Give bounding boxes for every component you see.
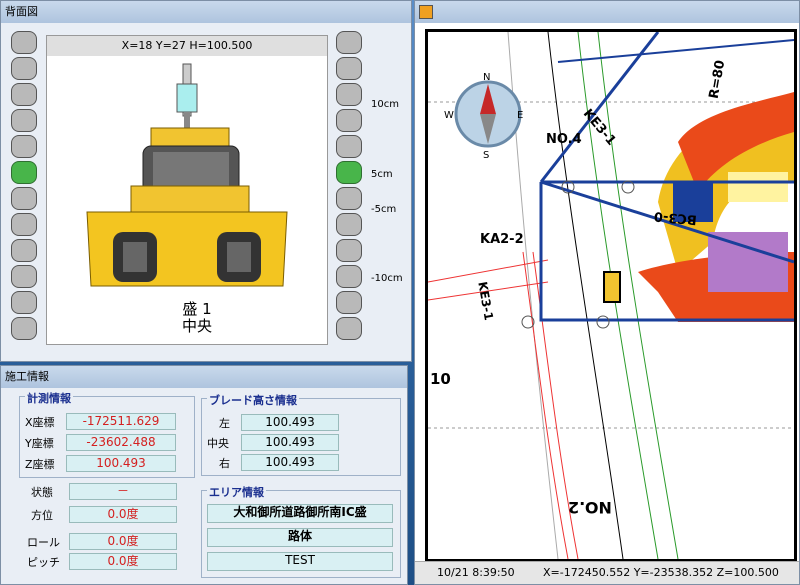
- construction-info-window: 施工情報 計測情報 X座標 -172511.629 Y座標 -23602.488…: [0, 365, 408, 585]
- led: [11, 83, 37, 106]
- roll-label: ロール: [27, 536, 60, 549]
- state-label: 状態: [31, 486, 53, 499]
- map-canvas[interactable]: N S E W NO.4 KE3-1 BC3-0 KA2-2 R=80 NO.2…: [425, 29, 797, 562]
- blade-left-label: 左: [219, 417, 230, 430]
- z-value: 100.493: [66, 455, 176, 472]
- machine-rear-view: X=18 Y=27 H=100.500 盛 1 中央: [46, 35, 328, 345]
- led: [11, 135, 37, 158]
- scale-label: -10cm: [371, 273, 403, 284]
- blade-right-label: 右: [219, 457, 230, 470]
- blade-height-title: ブレード高さ情報: [207, 392, 299, 408]
- compass-n: N: [483, 72, 491, 83]
- led-active: [336, 161, 362, 184]
- led: [336, 239, 362, 262]
- blade-center-label: 中央: [207, 437, 229, 450]
- map-label-no4: NO.4: [546, 132, 582, 147]
- area-line2: 路体: [207, 528, 393, 547]
- right-level-indicator: [332, 31, 366, 343]
- led: [336, 57, 362, 80]
- area-line1: 大和御所道路御所南IC盛: [207, 504, 393, 523]
- pitch-value: 0.0度: [69, 553, 177, 570]
- map-window: N S E W NO.4 KE3-1 BC3-0 KA2-2 R=80 NO.2…: [414, 0, 800, 585]
- led: [336, 135, 362, 158]
- z-label: Z座標: [25, 458, 55, 471]
- app-icon: [419, 5, 433, 19]
- y-value: -23602.488: [66, 434, 176, 451]
- mode-line2: 中央: [181, 317, 212, 335]
- blade-window-title[interactable]: 背面図: [1, 1, 411, 23]
- blade-right-value: 100.493: [241, 454, 339, 471]
- x-value: -172511.629: [66, 413, 176, 430]
- led: [11, 265, 37, 288]
- x-label: X座標: [25, 416, 55, 429]
- info-window-title[interactable]: 施工情報: [1, 366, 407, 388]
- map-window-titlebar[interactable]: [415, 1, 799, 23]
- compass-s: S: [483, 150, 490, 161]
- bulldozer-rear-icon: [86, 63, 288, 287]
- area-title: エリア情報: [207, 484, 266, 500]
- scale-label: -5cm: [371, 204, 397, 215]
- blade-view-window: 背面図 X=18 Y=27 H=100.500 盛 1 中央 10cm 5cm …: [0, 0, 412, 362]
- compass-e: E: [517, 110, 524, 121]
- led: [11, 57, 37, 80]
- led: [11, 109, 37, 132]
- heading-label: 方位: [31, 509, 53, 522]
- led: [11, 317, 37, 340]
- blade-center-value: 100.493: [241, 434, 339, 451]
- area-line3: TEST: [207, 552, 393, 571]
- scale-label: 10cm: [371, 99, 399, 110]
- mode-label: 盛 1 中央: [155, 301, 239, 335]
- status-coords: X=-172450.552 Y=-23538.352 Z=100.500: [543, 566, 779, 579]
- map-label-ten: 10: [430, 370, 451, 388]
- compass-w: W: [444, 110, 454, 121]
- led: [11, 291, 37, 314]
- led: [336, 83, 362, 106]
- blade-left-value: 100.493: [241, 414, 339, 431]
- measure-title: 計測情報: [25, 390, 73, 406]
- map-status-bar: 10/21 8:39:50 X=-172450.552 Y=-23538.352…: [415, 561, 799, 584]
- roll-value: 0.0度: [69, 533, 177, 550]
- y-label: Y座標: [25, 437, 54, 450]
- led: [11, 31, 37, 54]
- led: [336, 291, 362, 314]
- pitch-label: ピッチ: [27, 556, 60, 569]
- led: [11, 239, 37, 262]
- led: [11, 213, 37, 236]
- led: [336, 31, 362, 54]
- led-active: [11, 161, 37, 184]
- heading-value: 0.0度: [69, 506, 177, 523]
- scale-label: 5cm: [371, 169, 393, 180]
- led: [336, 109, 362, 132]
- left-level-indicator: [7, 31, 41, 343]
- map-label-no2: NO.2: [568, 498, 612, 517]
- compass-icon: [454, 80, 522, 148]
- map-label-ka2: KA2-2: [480, 232, 524, 247]
- led: [11, 187, 37, 210]
- status-datetime: 10/21 8:39:50: [437, 566, 515, 579]
- led: [336, 265, 362, 288]
- led: [336, 213, 362, 236]
- led: [336, 317, 362, 340]
- mode-line1: 盛 1: [182, 300, 212, 318]
- led: [336, 187, 362, 210]
- state-value: －: [69, 483, 177, 500]
